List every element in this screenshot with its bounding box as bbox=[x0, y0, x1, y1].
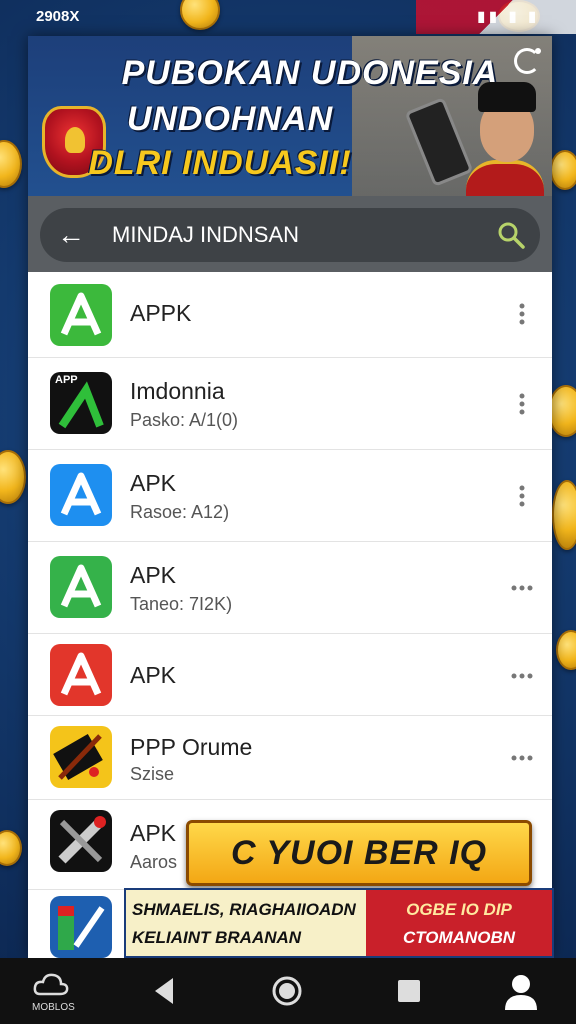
refresh-icon[interactable] bbox=[514, 48, 541, 74]
status-bar: 2908X ▮▮ ▮ ▮ bbox=[0, 0, 576, 34]
green-a-icon bbox=[50, 284, 112, 346]
search-input[interactable] bbox=[112, 218, 482, 252]
status-time: 2908X bbox=[36, 8, 80, 25]
status-icons: ▮▮ ▮ ▮ bbox=[477, 8, 540, 24]
tools-icon bbox=[50, 810, 112, 872]
coin-decoration bbox=[0, 450, 26, 504]
app-title: APK bbox=[130, 562, 177, 588]
app-icon-label: APP bbox=[55, 374, 78, 386]
list-item[interactable]: APK Taneo: 7I2K) bbox=[28, 542, 552, 634]
list-item[interactable]: APK bbox=[28, 634, 552, 716]
app-title: APK bbox=[130, 470, 177, 496]
list-item[interactable]: APPK bbox=[28, 272, 552, 358]
more-horizontal-icon[interactable] bbox=[510, 576, 534, 600]
app-title: APK bbox=[130, 662, 177, 688]
back-arrow-icon[interactable]: ← bbox=[56, 220, 86, 250]
more-horizontal-icon[interactable] bbox=[510, 746, 534, 770]
coin-decoration bbox=[0, 140, 22, 188]
app-title: APPK bbox=[130, 300, 192, 326]
coin-decoration bbox=[0, 830, 22, 866]
bottom-ad-right: OGBE IO DIP CTOMANOBN bbox=[366, 890, 552, 956]
black-a-icon: APP bbox=[50, 372, 112, 434]
list-item[interactable]: APK Rasoe: A12) bbox=[28, 450, 552, 542]
header-banner: PUBOKAN UDONESIA UNDOHNAN DLRI INDUASII! bbox=[28, 36, 552, 196]
more-vertical-icon[interactable] bbox=[510, 302, 534, 326]
list-item[interactable]: PPP Orume Szise bbox=[28, 716, 552, 800]
coin-decoration bbox=[550, 150, 576, 190]
red-a-icon bbox=[50, 644, 112, 706]
bottom-ad-banner[interactable]: SHMAELIS, RIAGHAIIOADN KELIAINT BRAANAN … bbox=[124, 888, 554, 975]
coin-decoration bbox=[548, 385, 576, 437]
bottom-ad-left: SHMAELIS, RIAGHAIIOADN KELIAINT BRAANAN … bbox=[126, 890, 366, 975]
profile-icon[interactable] bbox=[500, 970, 542, 1012]
bottom-ad-right-line1: OGBE IO DIP bbox=[406, 900, 512, 919]
more-vertical-icon[interactable] bbox=[510, 392, 534, 416]
search-bar[interactable]: ← bbox=[40, 208, 540, 262]
coin-decoration bbox=[556, 630, 576, 670]
promo-button[interactable]: C YUOI BER IQ SY'S! bbox=[186, 820, 532, 932]
app-title: Imdonnia bbox=[130, 378, 225, 404]
system-navbar: MOBLOS bbox=[0, 958, 576, 1024]
bottom-ad-right-line2: CTOMANOBN bbox=[402, 928, 516, 947]
app-subtitle: Szise bbox=[130, 764, 175, 784]
blue-doc-icon bbox=[50, 896, 112, 958]
app-subtitle: Aaros bbox=[130, 852, 178, 872]
more-vertical-icon[interactable] bbox=[510, 484, 534, 508]
app-subtitle: Pasko: A/1(0) bbox=[130, 410, 239, 430]
home-circle-icon[interactable] bbox=[266, 970, 308, 1012]
app-subtitle: Taneo: 7I2K) bbox=[130, 594, 233, 614]
nav-home-label: MOBLOS bbox=[32, 1002, 75, 1013]
banner-title-line3: DLRI INDUASII! bbox=[88, 144, 352, 182]
green-a-icon bbox=[50, 556, 112, 618]
coin-decoration bbox=[552, 480, 576, 550]
person-illustration bbox=[466, 82, 544, 196]
list-item[interactable]: APP Imdonnia Pasko: A/1(0) bbox=[28, 358, 552, 450]
blue-a-icon bbox=[50, 464, 112, 526]
bottom-ad-left-line1: SHMAELIS, RIAGHAIIOADN bbox=[132, 900, 356, 919]
recents-square-icon[interactable] bbox=[388, 970, 430, 1012]
yellow-tool-icon bbox=[50, 726, 112, 788]
back-triangle-icon[interactable] bbox=[143, 970, 185, 1012]
app-title: APK bbox=[130, 820, 177, 846]
app-title: PPP Orume bbox=[130, 734, 253, 760]
search-icon[interactable] bbox=[496, 220, 526, 250]
search-area: ← bbox=[28, 196, 552, 272]
app-subtitle: Rasoe: A12) bbox=[130, 502, 230, 522]
more-horizontal-icon[interactable] bbox=[510, 664, 534, 688]
